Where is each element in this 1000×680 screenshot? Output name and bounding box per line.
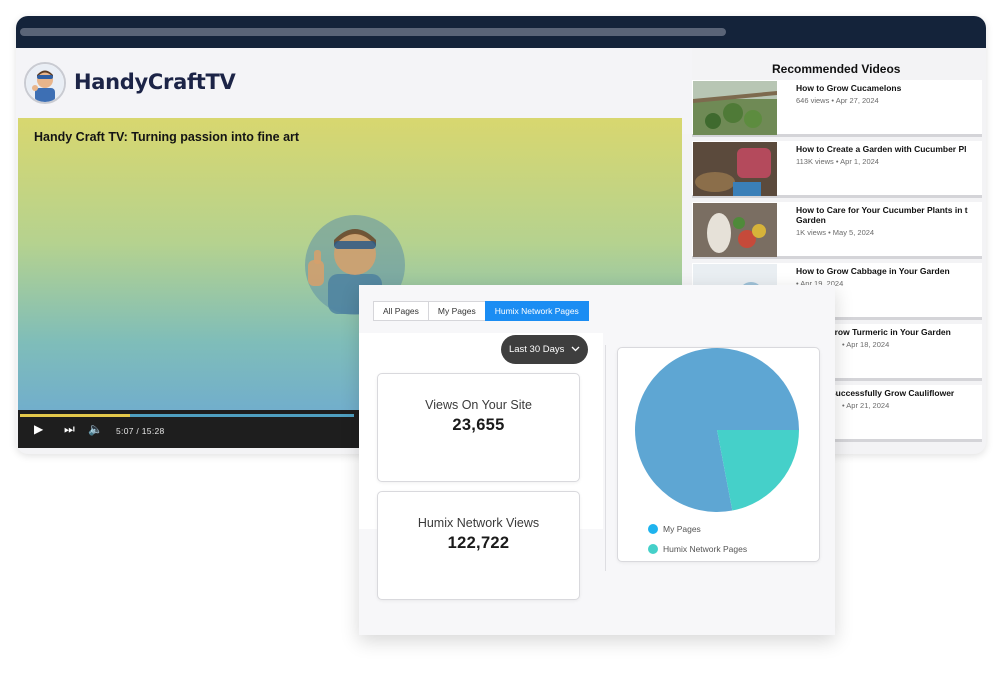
recommended-heading: Recommended Videos: [772, 62, 901, 76]
browser-topbar: [16, 16, 986, 48]
tab-my-pages[interactable]: My Pages: [427, 301, 486, 321]
duration: 15:28: [141, 426, 165, 436]
recommended-item[interactable]: How to Create a Garden with Cucumber Pl …: [692, 141, 982, 198]
date-range-label: Last 30 Days: [508, 344, 565, 355]
address-bar[interactable]: [20, 28, 726, 36]
column-divider: [605, 345, 606, 571]
legend-label: Humix Network Pages: [663, 544, 748, 554]
next-icon[interactable]: ⏭: [64, 422, 75, 436]
play-icon[interactable]: ▶: [34, 422, 43, 436]
time-display: 5:07 / 15:28: [116, 426, 165, 436]
site-views-card: Views On Your Site 23,655: [377, 373, 580, 482]
progress-fill: [20, 414, 131, 417]
video-title[interactable]: Successfully Grow Cauliflower: [830, 389, 986, 399]
legend-swatch: [648, 524, 658, 534]
tab-all-pages[interactable]: All Pages: [373, 301, 429, 321]
page-filter-tabs: All Pages My Pages Humix Network Pages: [373, 301, 589, 321]
analytics-panel: All Pages My Pages Humix Network Pages L…: [359, 285, 835, 635]
legend-label: My Pages: [663, 524, 701, 534]
video-meta: • Apr 21, 2024: [842, 401, 890, 410]
site-views-label: Views On Your Site: [425, 398, 532, 412]
volume-icon[interactable]: 🔈: [88, 422, 103, 436]
video-meta: 646 views • Apr 27, 2024: [796, 96, 879, 105]
video-title[interactable]: How to Grow Cabbage in Your Garden: [796, 267, 980, 277]
mascot-logo-icon[interactable]: [24, 62, 66, 104]
date-range-dropdown[interactable]: Last 30 Days: [501, 335, 588, 364]
chart-legend: My Pages Humix Network Pages: [648, 519, 747, 559]
progress-bar[interactable]: [20, 414, 354, 417]
pie-chart: [635, 348, 799, 512]
site-views-value: 23,655: [452, 416, 505, 434]
video-title[interactable]: How to Create a Garden with Cucumber Pl: [796, 145, 980, 155]
network-views-card: Humix Network Views 122,722: [377, 491, 580, 600]
recommended-item[interactable]: How to Grow Cucamelons 646 views • Apr 2…: [692, 80, 982, 137]
legend-item: Humix Network Pages: [648, 539, 747, 559]
video-title[interactable]: How to Care for Your Cucumber Plants in …: [796, 206, 980, 225]
video-meta: • Apr 18, 2024: [842, 340, 890, 349]
chevron-down-icon: [571, 347, 580, 352]
site-brand[interactable]: HandyCraftTV: [74, 70, 236, 94]
video-meta: 1K views • May 5, 2024: [796, 228, 875, 237]
legend-item: My Pages: [648, 519, 747, 539]
tab-humix-network-pages[interactable]: Humix Network Pages: [484, 301, 589, 321]
video-thumbnail[interactable]: [693, 203, 777, 257]
video-title: Handy Craft TV: Turning passion into fin…: [34, 130, 300, 144]
time-separator: /: [136, 426, 140, 436]
legend-swatch: [648, 544, 658, 554]
screenshot-stage: HandyCraftTV Handy Craft TV: Turning pas…: [0, 0, 1000, 680]
network-views-label: Humix Network Views: [417, 516, 540, 530]
network-views-value: 122,722: [447, 534, 510, 552]
video-title[interactable]: Grow Turmeric in Your Garden: [828, 328, 986, 338]
video-meta: 113K views • Apr 1, 2024: [796, 157, 879, 166]
pie-chart-card: My Pages Humix Network Pages: [617, 347, 820, 562]
video-title[interactable]: How to Grow Cucamelons: [796, 84, 980, 94]
video-thumbnail[interactable]: [693, 142, 777, 196]
current-time: 5:07: [116, 426, 134, 436]
video-thumbnail[interactable]: [693, 81, 777, 135]
recommended-item[interactable]: How to Care for Your Cucumber Plants in …: [692, 202, 982, 259]
